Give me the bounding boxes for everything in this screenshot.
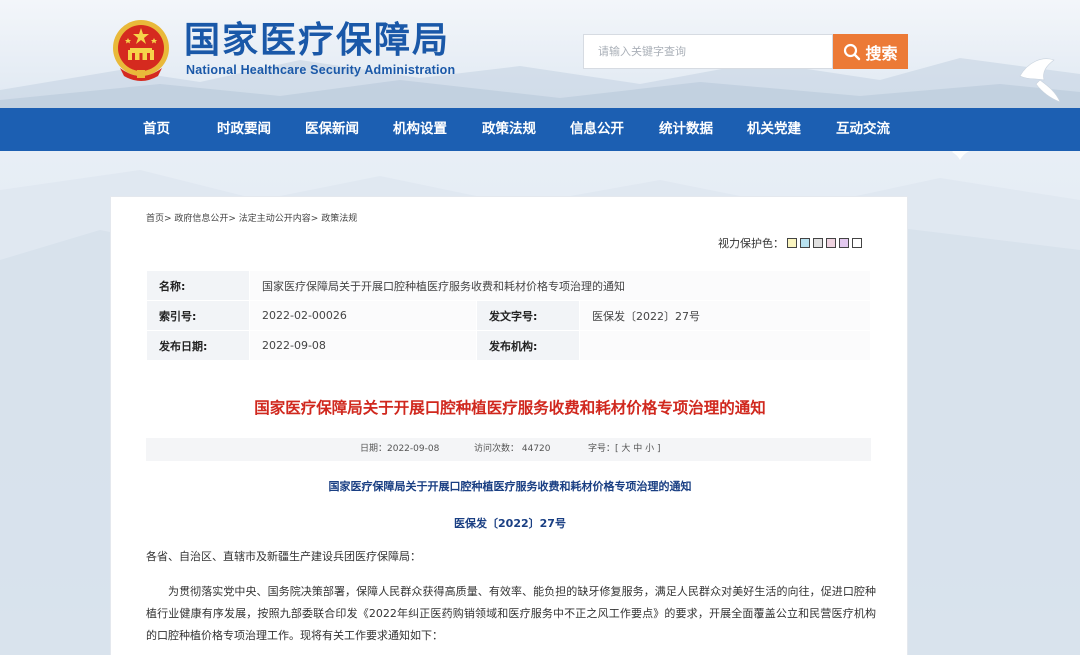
nav-item-home[interactable]: 首页 <box>143 108 170 151</box>
meta-font-size[interactable]: 字号：[ 大 中 小 ] <box>588 438 660 461</box>
eye-protect-colors: 视力保护色： <box>718 235 862 251</box>
breadcrumb[interactable]: 首页> 政府信息公开> 法定主动公开内容> 政策法规 <box>146 211 357 224</box>
document-subtitle: 国家医疗保障局关于开展口腔种植医疗服务收费和耗材价格专项治理的通知 <box>328 480 692 493</box>
document-number: 医保发〔2022〕27号 <box>454 517 566 530</box>
swatch-pink[interactable] <box>826 238 836 248</box>
salutation-paragraph: 各省、自治区、直辖市及新疆生产建设兵团医疗保障局： <box>146 550 421 563</box>
name-label: 名称: <box>146 270 250 301</box>
body-paragraph: 为贯彻落实党中央、国务院决策部署，保障人民群众获得高质量、有效率、能负担的缺牙修… <box>146 585 876 642</box>
content-panel: 首页> 政府信息公开> 法定主动公开内容> 政策法规 视力保护色： 名称: 国家… <box>110 196 908 655</box>
nav-item-interaction[interactable]: 互动交流 <box>836 108 890 151</box>
index-value: 2022-02-00026 <box>249 300 477 331</box>
swatch-yellow[interactable] <box>787 238 797 248</box>
national-emblem-icon <box>113 20 169 81</box>
nav-item-organization[interactable]: 机构设置 <box>393 108 447 151</box>
document-title: 国家医疗保障局关于开展口腔种植医疗服务收费和耗材价格专项治理的通知 <box>254 399 766 417</box>
org-value <box>579 330 871 361</box>
nav-item-party-building[interactable]: 机关党建 <box>747 108 801 151</box>
document-meta-bar: 日期：2022-09-08 访问次数： 44720 字号：[ 大 中 小 ] <box>146 438 871 461</box>
swatch-gray[interactable] <box>813 238 823 248</box>
name-value: 国家医疗保障局关于开展口腔种植医疗服务收费和耗材价格专项治理的通知 <box>249 270 871 301</box>
docno-value: 医保发〔2022〕27号 <box>579 300 871 331</box>
swatch-blue[interactable] <box>800 238 810 248</box>
search-icon <box>844 43 861 60</box>
nav-item-info-disclosure[interactable]: 信息公开 <box>570 108 624 151</box>
nav-item-policies[interactable]: 政策法规 <box>482 108 536 151</box>
date-label: 发布日期: <box>146 330 250 361</box>
meta-visits: 访问次数： 44720 <box>474 444 551 454</box>
main-nav: 首页 时政要闻 医保新闻 机构设置 政策法规 信息公开 统计数据 机关党建 互动… <box>0 108 1080 151</box>
search-button-label: 搜索 <box>865 43 898 63</box>
nav-item-healthcare-news[interactable]: 医保新闻 <box>305 108 359 151</box>
swatch-white[interactable] <box>852 238 862 248</box>
document-info-table: 名称: 国家医疗保障局关于开展口腔种植医疗服务收费和耗材价格专项治理的通知 索引… <box>146 270 871 361</box>
nav-item-news[interactable]: 时政要闻 <box>217 108 271 151</box>
logo-english: National Healthcare Security Administrat… <box>186 63 456 77</box>
docno-label: 发文字号: <box>476 300 580 331</box>
search-input[interactable]: 请输入关键字查询 <box>583 34 833 69</box>
site-header: 国家医疗保障局 National Healthcare Security Adm… <box>0 0 1080 108</box>
index-label: 索引号: <box>146 300 250 331</box>
logo-chinese[interactable]: 国家医疗保障局 <box>184 20 450 60</box>
search-button[interactable]: 搜索 <box>833 34 908 69</box>
swatch-purple[interactable] <box>839 238 849 248</box>
meta-date: 日期：2022-09-08 <box>360 444 440 454</box>
date-value: 2022-09-08 <box>249 330 477 361</box>
eye-protect-label: 视力保护色： <box>718 237 784 250</box>
org-label: 发布机构: <box>476 330 580 361</box>
nav-item-statistics[interactable]: 统计数据 <box>659 108 713 151</box>
